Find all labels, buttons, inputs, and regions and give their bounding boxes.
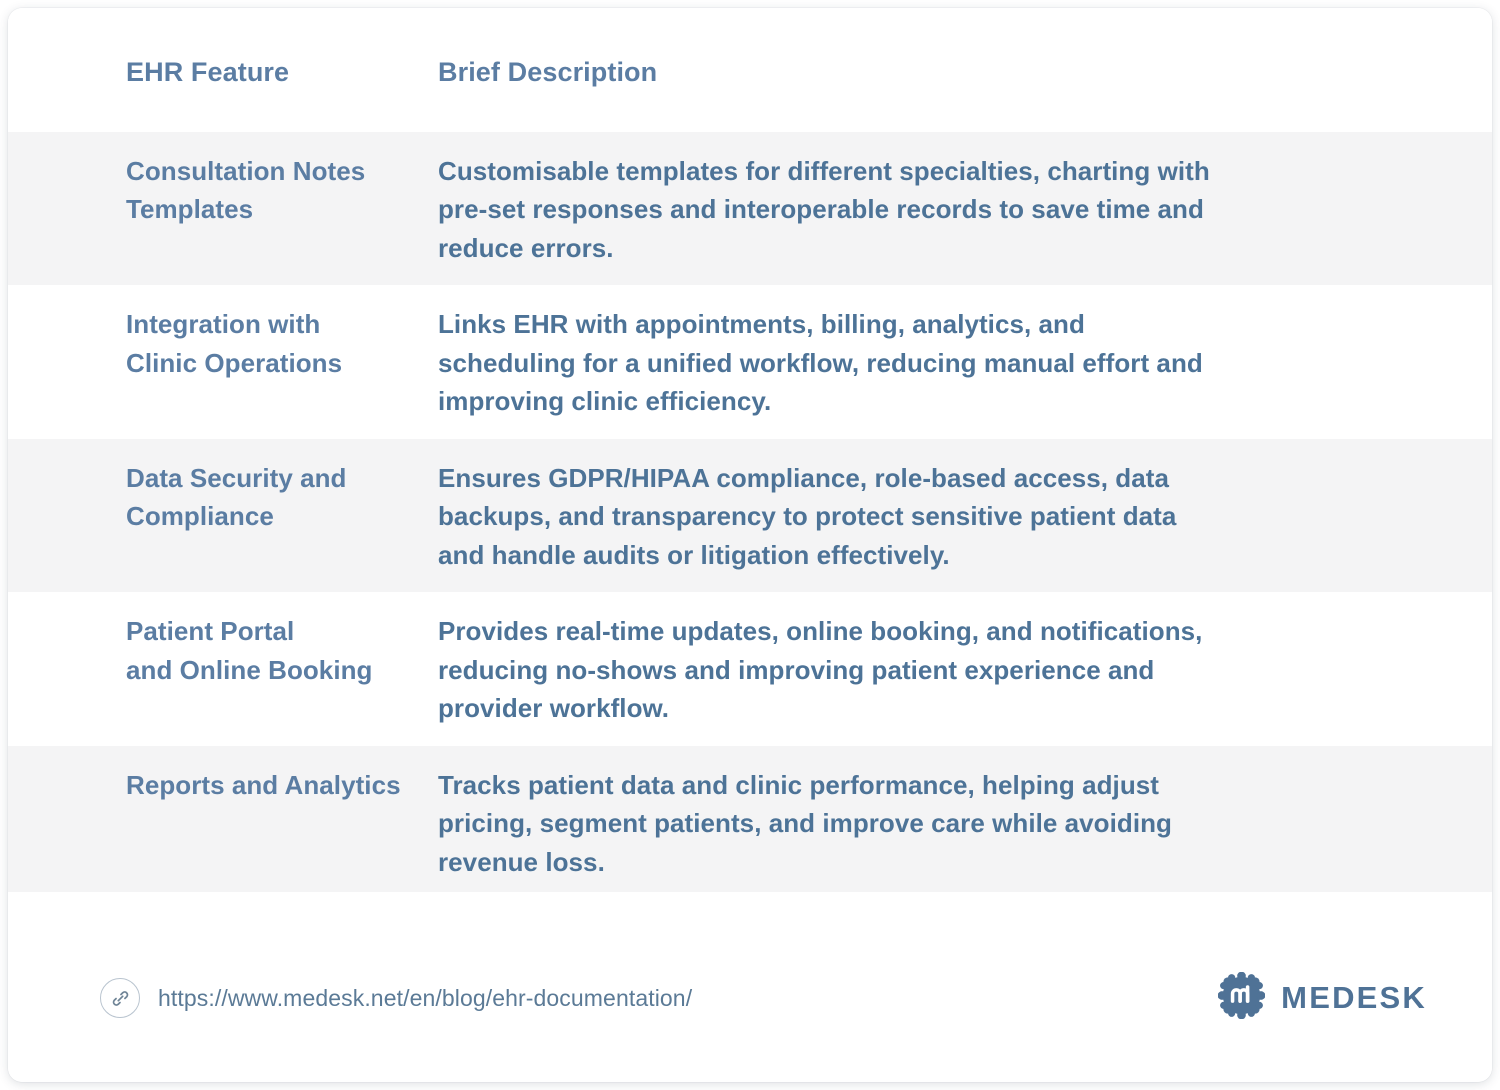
feature-description-line: Ensures GDPR/HIPAA compliance, role-base… [438, 462, 1169, 493]
column-header-feature: EHR Feature [8, 56, 438, 88]
feature-description-line: improving clinic efficiency. [438, 386, 772, 417]
feature-name-line: Compliance [126, 501, 274, 532]
table-row: Data Security and Compliance Ensures GDP… [8, 438, 1492, 593]
ehr-feature-table: EHR Feature Brief Description Consultati… [8, 8, 1492, 900]
feature-description-line: pre-set responses and interoperable reco… [438, 194, 1204, 225]
card-footer: https://www.medesk.net/en/blog/ehr-docum… [8, 892, 1492, 1082]
feature-description-line: pricing, segment patients, and improve c… [438, 808, 1172, 839]
table-row: Reports and Analytics Tracks patient dat… [8, 745, 1492, 900]
feature-name-line: Data Security and [126, 462, 347, 493]
feature-name-line: Integration with [126, 309, 321, 340]
table-cell-description: Provides real-time updates, online booki… [438, 612, 1492, 727]
feature-description: Ensures GDPR/HIPAA compliance, role-base… [438, 459, 1318, 574]
feature-description: Provides real-time updates, online booki… [438, 612, 1318, 727]
brand-name: MEDESK [1281, 980, 1427, 1015]
feature-name-line: Reports and Analytics [126, 769, 401, 800]
table-row: Integration with Clinic Operations Links… [8, 285, 1492, 439]
feature-description-line: revenue loss. [438, 846, 605, 877]
feature-description-line: Tracks patient data and clinic performan… [438, 769, 1159, 800]
feature-name-line: Templates [126, 194, 254, 225]
feature-description: Customisable templates for different spe… [438, 152, 1318, 267]
table-row: Patient Portal and Online Booking Provid… [8, 592, 1492, 746]
table-cell-feature: Integration with Clinic Operations [8, 305, 438, 382]
table-cell-feature: Patient Portal and Online Booking [8, 612, 438, 689]
table-cell-description: Customisable templates for different spe… [438, 152, 1492, 267]
feature-name: Consultation Notes Templates [126, 152, 438, 229]
column-header-description-label: Brief Description [438, 57, 658, 87]
table-header-row: EHR Feature Brief Description [8, 8, 1492, 132]
feature-name-line: Consultation Notes [126, 156, 366, 186]
feature-description-line: scheduling for a unified workflow, reduc… [438, 347, 1203, 378]
feature-description-line: reducing no-shows and improving patient … [438, 654, 1155, 685]
content-card: EHR Feature Brief Description Consultati… [8, 8, 1492, 1082]
feature-description-line: and handle audits or litigation effectiv… [438, 539, 950, 570]
feature-description-line: Links EHR with appointments, billing, an… [438, 309, 1085, 340]
source-attribution: https://www.medesk.net/en/blog/ehr-docum… [100, 978, 692, 1018]
feature-description-line: backups, and transparency to protect sen… [438, 501, 1177, 532]
column-header-description: Brief Description [438, 56, 1492, 88]
feature-name-line: Clinic Operations [126, 347, 343, 378]
feature-description: Links EHR with appointments, billing, an… [438, 305, 1318, 420]
feature-name: Reports and Analytics [126, 766, 438, 804]
source-url[interactable]: https://www.medesk.net/en/blog/ehr-docum… [158, 985, 692, 1012]
feature-name-line: and Online Booking [126, 654, 373, 685]
feature-name: Integration with Clinic Operations [126, 305, 438, 382]
feature-description: Tracks patient data and clinic performan… [438, 766, 1318, 881]
link-chain-icon [100, 978, 140, 1018]
feature-name: Patient Portal and Online Booking [126, 612, 438, 689]
table-cell-description: Links EHR with appointments, billing, an… [438, 305, 1492, 420]
feature-description-line: reduce errors. [438, 232, 614, 263]
table-cell-feature: Data Security and Compliance [8, 459, 438, 536]
feature-description-line: Provides real-time updates, online booki… [438, 616, 1203, 647]
feature-name-line: Patient Portal [126, 616, 295, 647]
feature-description-line: Customisable templates for different spe… [438, 156, 1210, 186]
medesk-scalloped-badge-icon [1217, 971, 1266, 1024]
feature-name: Data Security and Compliance [126, 459, 438, 536]
feature-description-line: provider workflow. [438, 693, 670, 724]
medesk-logo: MEDESK [1217, 971, 1427, 1024]
column-header-feature-label: EHR Feature [126, 57, 290, 87]
table-cell-feature: Consultation Notes Templates [8, 152, 438, 229]
table-row: Consultation Notes Templates Customisabl… [8, 132, 1492, 286]
table-cell-feature: Reports and Analytics [8, 766, 438, 804]
table-cell-description: Ensures GDPR/HIPAA compliance, role-base… [438, 459, 1492, 574]
table-cell-description: Tracks patient data and clinic performan… [438, 766, 1492, 881]
